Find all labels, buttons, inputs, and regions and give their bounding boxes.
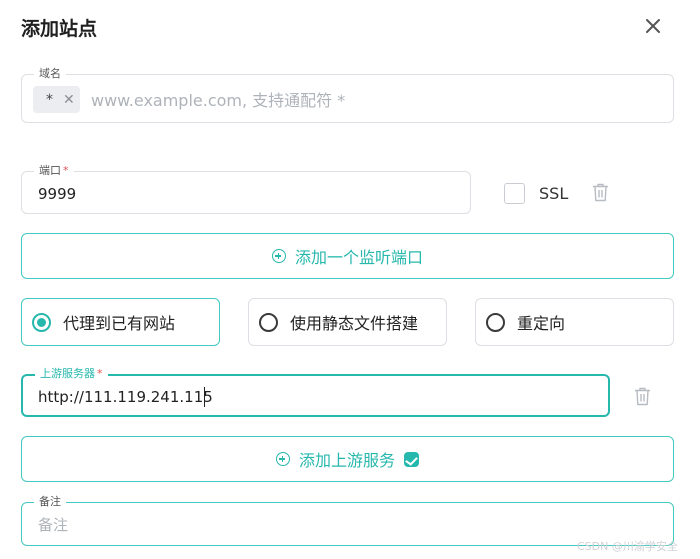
chip-remove-icon[interactable]: ✕ bbox=[63, 92, 75, 108]
required-mark: * bbox=[63, 164, 69, 177]
port-legend-text: 端口 bbox=[39, 164, 61, 177]
ssl-label: SSL bbox=[539, 184, 569, 203]
plus-circle-icon bbox=[275, 452, 290, 466]
pro-badge-icon bbox=[404, 451, 419, 467]
required-mark: * bbox=[97, 367, 103, 380]
trash-icon[interactable] bbox=[592, 183, 609, 202]
add-port-label: 添加一个监听端口 bbox=[294, 248, 423, 267]
close-icon[interactable] bbox=[642, 15, 664, 37]
ssl-option: SSL bbox=[504, 183, 568, 204]
add-upstream-button[interactable]: 添加上游服务 bbox=[21, 436, 674, 482]
port-field: 端口 * bbox=[21, 164, 471, 214]
domain-field: 域名 * ✕ bbox=[21, 67, 674, 123]
radio-icon bbox=[259, 312, 278, 332]
port-input[interactable] bbox=[38, 182, 458, 206]
upstream-input[interactable] bbox=[38, 385, 578, 409]
port-legend: 端口 * bbox=[34, 164, 74, 178]
mode-option-label: 代理到已有网站 bbox=[63, 314, 176, 333]
domain-chip: * ✕ bbox=[33, 86, 80, 113]
domain-input[interactable] bbox=[91, 87, 651, 113]
domain-legend: 域名 bbox=[34, 67, 66, 81]
add-upstream-label: 添加上游服务 bbox=[298, 451, 395, 470]
upstream-legend: 上游服务器 * bbox=[35, 367, 108, 381]
mode-option-label: 重定向 bbox=[517, 314, 566, 333]
remark-input[interactable] bbox=[38, 513, 638, 537]
domain-chip-label: * bbox=[46, 91, 53, 108]
mode-option-redirect[interactable]: 重定向 bbox=[475, 298, 674, 346]
mode-option-static[interactable]: 使用静态文件搭建 bbox=[248, 298, 447, 346]
radio-icon bbox=[486, 312, 505, 332]
ssl-checkbox[interactable] bbox=[504, 183, 525, 204]
remark-legend: 备注 bbox=[34, 495, 66, 509]
mode-option-label: 使用静态文件搭建 bbox=[290, 314, 419, 333]
dialog-title: 添加站点 bbox=[21, 18, 98, 40]
plus-circle-icon bbox=[271, 249, 286, 263]
watermark: CSDN @川渝学安全 bbox=[577, 540, 678, 553]
upstream-field: 上游服务器 * bbox=[21, 367, 610, 417]
upstream-legend-text: 上游服务器 bbox=[40, 367, 95, 380]
text-caret bbox=[204, 387, 205, 407]
add-port-button[interactable]: 添加一个监听端口 bbox=[21, 233, 674, 279]
trash-icon[interactable] bbox=[634, 387, 651, 406]
radio-icon bbox=[32, 312, 51, 332]
mode-option-proxy[interactable]: 代理到已有网站 bbox=[21, 298, 220, 346]
